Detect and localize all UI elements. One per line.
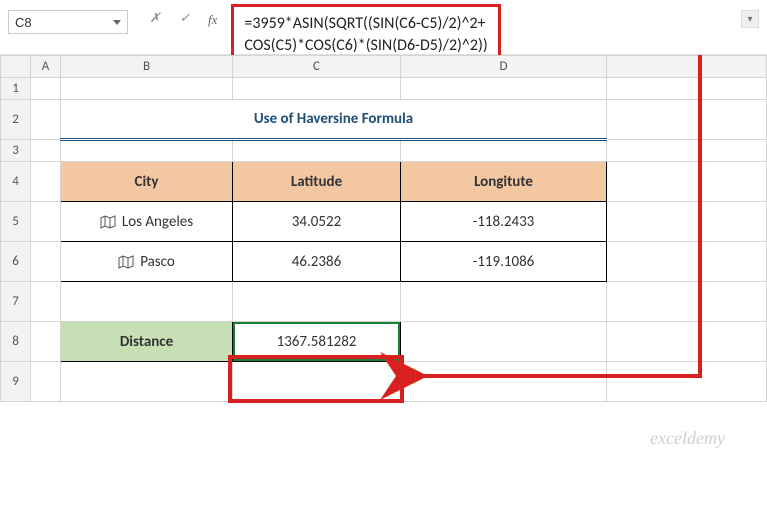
col-header-blank[interactable]	[607, 56, 767, 78]
formula-buttons: ✗ ✓	[146, 10, 194, 26]
chevron-down-icon[interactable]	[113, 20, 121, 25]
col-header-D[interactable]: D	[401, 56, 607, 78]
fx-icon[interactable]: fx	[208, 12, 217, 28]
city-1: Pasco	[140, 253, 175, 271]
cell-D7[interactable]	[401, 282, 607, 322]
cell-C6[interactable]: 46.2386	[233, 242, 401, 282]
accept-icon[interactable]: ✓	[176, 10, 194, 26]
select-all-corner[interactable]	[1, 56, 31, 78]
col-header-A[interactable]: A	[31, 56, 61, 78]
cell-E6[interactable]	[607, 242, 767, 282]
header-longitude[interactable]: Longitute	[401, 162, 607, 202]
cell-A5[interactable]	[31, 202, 61, 242]
cell-B7[interactable]	[61, 282, 233, 322]
formula-line-2: COS(C5)*COS(C6)*(SIN(D6-D5)/2)^2))	[244, 35, 487, 57]
formula-line-1: =3959*ASIN(SQRT((SIN(C6-C5)/2)^2+	[244, 13, 487, 35]
cell-C7[interactable]	[233, 282, 401, 322]
cell-A7[interactable]	[31, 282, 61, 322]
distance-value: 1367.581282	[277, 333, 357, 351]
row-header-1[interactable]: 1	[1, 78, 31, 100]
cell-C1[interactable]	[233, 78, 401, 100]
cell-B6[interactable]: Pasco	[61, 242, 233, 282]
cell-B5[interactable]: Los Angeles	[61, 202, 233, 242]
cell-A4[interactable]	[31, 162, 61, 202]
spreadsheet-grid[interactable]: A B C D 1 2 Use of Haversine Formula 3	[0, 55, 767, 402]
cell-B9[interactable]	[61, 362, 233, 402]
cell-D3[interactable]	[401, 140, 607, 162]
col-header-B[interactable]: B	[61, 56, 233, 78]
formula-expand-icon[interactable]: ▾	[741, 10, 759, 28]
col-header-C[interactable]: C	[233, 56, 401, 78]
cell-C5[interactable]: 34.0522	[233, 202, 401, 242]
title-cell[interactable]: Use of Haversine Formula	[61, 100, 607, 140]
cell-E3[interactable]	[607, 140, 767, 162]
cell-D1[interactable]	[401, 78, 607, 100]
row-header-3[interactable]: 3	[1, 140, 31, 162]
cell-A6[interactable]	[31, 242, 61, 282]
cell-E9[interactable]	[607, 362, 767, 402]
cell-C9[interactable]	[233, 362, 401, 402]
cell-E1[interactable]	[607, 78, 767, 100]
cell-A8[interactable]	[31, 322, 61, 362]
row-header-2[interactable]: 2	[1, 100, 31, 140]
cell-E7[interactable]	[607, 282, 767, 322]
row-header-7[interactable]: 7	[1, 282, 31, 322]
distance-value-cell[interactable]: 1367.581282	[233, 322, 401, 362]
map-icon	[118, 255, 134, 269]
cell-A1[interactable]	[31, 78, 61, 100]
formula-bar-row: C8 ✗ ✓ fx =3959*ASIN(SQRT((SIN(C6-C5)/2)…	[0, 0, 767, 50]
name-box-value: C8	[15, 15, 113, 30]
cell-E4[interactable]	[607, 162, 767, 202]
cell-D6[interactable]: -119.1086	[401, 242, 607, 282]
header-latitude[interactable]: Latitude	[233, 162, 401, 202]
city-0: Los Angeles	[122, 213, 193, 231]
header-city[interactable]: City	[61, 162, 233, 202]
cell-B3[interactable]	[61, 140, 233, 162]
cell-E5[interactable]	[607, 202, 767, 242]
cell-D5[interactable]: -118.2433	[401, 202, 607, 242]
cell-E8[interactable]	[607, 322, 767, 362]
cell-A3[interactable]	[31, 140, 61, 162]
cell-C3[interactable]	[233, 140, 401, 162]
distance-label[interactable]: Distance	[61, 322, 233, 362]
name-box[interactable]: C8	[8, 10, 128, 34]
row-header-8[interactable]: 8	[1, 322, 31, 362]
cell-D8[interactable]	[401, 322, 607, 362]
cell-A9[interactable]	[31, 362, 61, 402]
map-icon	[100, 215, 116, 229]
cancel-icon[interactable]: ✗	[146, 10, 164, 26]
row-header-5[interactable]: 5	[1, 202, 31, 242]
cell-B1[interactable]	[61, 78, 233, 100]
cell-E2[interactable]	[607, 100, 767, 140]
cell-A2[interactable]	[31, 100, 61, 140]
row-header-6[interactable]: 6	[1, 242, 31, 282]
row-header-4[interactable]: 4	[1, 162, 31, 202]
row-header-9[interactable]: 9	[1, 362, 31, 402]
watermark: exceldemy	[650, 428, 725, 449]
cell-D9[interactable]	[401, 362, 607, 402]
